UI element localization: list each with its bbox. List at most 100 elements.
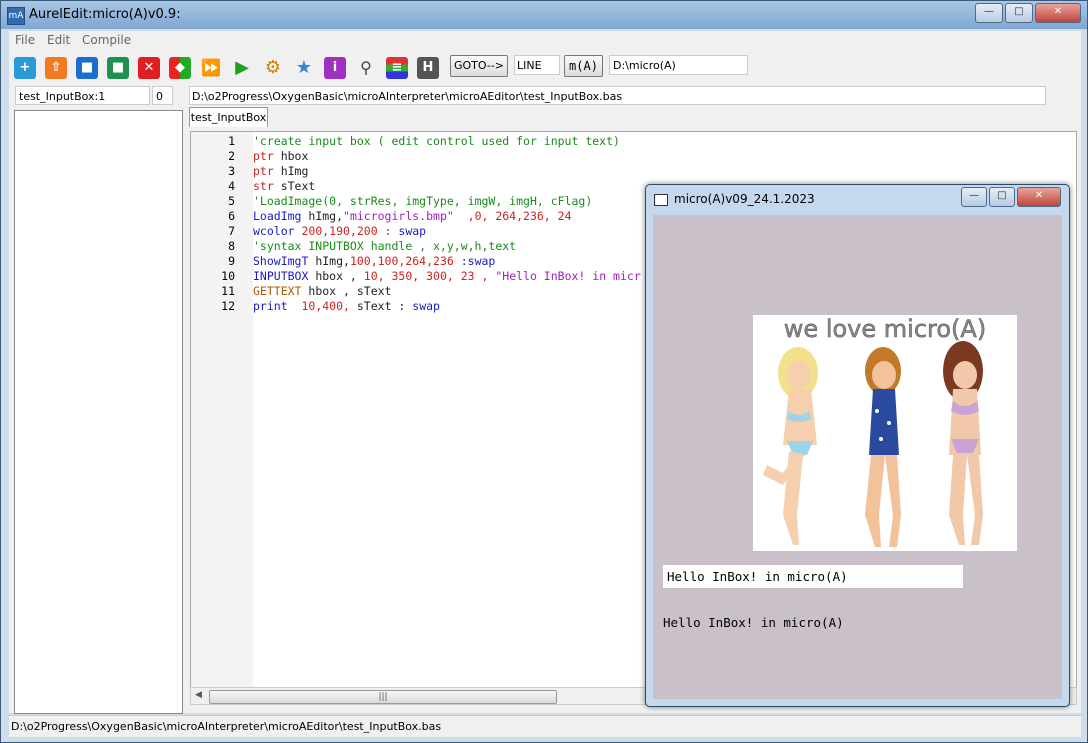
save-as-icon[interactable]: ■: [107, 57, 129, 79]
inputbox-field[interactable]: Hello InBox! in micro(A): [663, 565, 963, 588]
code-line[interactable]: 10 INPUTBOX hbox , 10, 350, 300, 23 , "He…: [191, 269, 641, 284]
code-line[interactable]: 12 print 10,400, sText : swap: [191, 299, 641, 314]
output-maximize-button[interactable]: □: [989, 187, 1015, 207]
code-line[interactable]: 2 ptr hbox: [191, 149, 641, 164]
tab-test-inputbox[interactable]: test_InputBox: [189, 107, 268, 127]
scroll-thumb[interactable]: |||: [209, 690, 557, 704]
output-window: micro(A)v09_24.1.2023 — □ ✕ we love micr…: [645, 184, 1070, 707]
star-icon[interactable]: ★: [293, 57, 315, 79]
code-token: swap: [398, 224, 427, 238]
output-close-button[interactable]: ✕: [1017, 187, 1061, 207]
directory-input[interactable]: D:\micro(A): [609, 55, 748, 75]
window-title: AurelEdit:micro(A)v0.9:: [29, 7, 181, 22]
code-line[interactable]: 7 wcolor 200,190,200 : swap: [191, 224, 641, 239]
code-token: wcolor: [253, 224, 295, 238]
close-button[interactable]: ✕: [1035, 3, 1081, 23]
code-line[interactable]: 9 ShowImgT hImg, 100,100,264,236 :swap: [191, 254, 641, 269]
file-path-field[interactable]: D:\o2Progress\OxygenBasic\microAInterpre…: [189, 86, 1046, 105]
code-token: sText: [273, 179, 316, 193]
output-client-area: we love micro(A) Hello InBox! in micro(A…: [653, 215, 1062, 699]
line-number: 3: [228, 164, 235, 178]
code-token: :swap: [453, 254, 496, 268]
colors-icon[interactable]: ◆: [169, 57, 191, 79]
list-icon[interactable]: ≡: [386, 57, 408, 79]
code-token: INPUTBOX: [253, 269, 309, 283]
code-token: ,0, 264,236, 24: [453, 209, 572, 223]
file-name-field[interactable]: test_InputBox:1: [15, 86, 150, 105]
line-number: 8: [228, 239, 235, 253]
line-number: 9: [228, 254, 235, 268]
minimize-button[interactable]: —: [975, 3, 1003, 23]
window-icon: [654, 194, 668, 206]
title-bar: mA AurelEdit:micro(A)v0.9: — □ ✕: [1, 1, 1087, 29]
microgirls-image: we love micro(A): [753, 315, 1017, 551]
code-line[interactable]: 1 'create input box ( edit control used f…: [191, 134, 641, 149]
girls-illustration: [763, 341, 983, 547]
code-line[interactable]: 8 'syntax INPUTBOX handle , x,y,w,h,text: [191, 239, 641, 254]
code-token: ptr: [253, 164, 274, 178]
code-token: 100,100,264,236: [349, 254, 454, 268]
status-bar: D:\o2Progress\OxygenBasic\microAInterpre…: [9, 715, 1081, 737]
maximize-button[interactable]: □: [1005, 3, 1033, 23]
line-number: 10: [221, 269, 235, 283]
line-number: 7: [228, 224, 235, 238]
open-file-icon[interactable]: ⇧: [45, 57, 67, 79]
code-token: ptr: [253, 149, 274, 163]
code-token: 10,400,: [287, 299, 357, 313]
code-token: hImg,: [301, 209, 344, 223]
line-input[interactable]: LINE: [514, 55, 560, 75]
help-icon[interactable]: H: [417, 57, 439, 79]
menu-compile[interactable]: Compile: [82, 33, 131, 47]
menu-bar: File Edit Compile: [9, 31, 1081, 51]
code-token: ShowImgT: [253, 254, 309, 268]
app-icon: mA: [7, 7, 25, 25]
code-line[interactable]: 11 GETTEXT hbox , sText: [191, 284, 641, 299]
code-line[interactable]: 4 str sText: [191, 179, 641, 194]
code-token: swap: [412, 299, 440, 313]
code-token: hbox , sText: [301, 284, 392, 298]
printed-output-text: Hello InBox! in micro(A): [663, 615, 844, 630]
number-field[interactable]: 0: [152, 86, 173, 105]
file-list-panel[interactable]: [14, 110, 183, 714]
search-icon[interactable]: ⚲: [355, 57, 377, 79]
line-number: 1: [228, 134, 235, 148]
code-line[interactable]: 6 LoadImg hImg, "microgirls.bmp" ,0, 264,2…: [191, 209, 641, 224]
scroll-left-arrow-icon[interactable]: ◀: [195, 690, 202, 700]
code-token: print: [253, 299, 288, 313]
code-token: "Hello InBox! in micr: [495, 269, 641, 283]
menu-edit[interactable]: Edit: [47, 33, 70, 47]
line-number: 5: [228, 194, 235, 208]
micro-a-button[interactable]: m(A): [564, 55, 603, 77]
code-line[interactable]: 3 ptr hImg: [191, 164, 641, 179]
code-token: hImg: [273, 164, 309, 178]
code-token: 10, 350, 300, 23 ,: [363, 269, 496, 283]
code-text[interactable]: 1 'create input box ( edit control used f…: [191, 134, 641, 314]
fast-forward-icon[interactable]: ⏩: [200, 57, 222, 79]
code-token: 'LoadImage(0, strRes, imgType, imgW, img…: [253, 194, 593, 208]
code-token: LoadImg: [253, 209, 302, 223]
info-icon[interactable]: i: [324, 57, 346, 79]
code-token: 200,190,200 :: [294, 224, 399, 238]
code-token: hbox ,: [308, 269, 364, 283]
line-number: 6: [228, 209, 235, 223]
line-number: 12: [221, 299, 235, 313]
code-token: 'syntax INPUTBOX handle , x,y,w,h,text: [253, 239, 517, 253]
code-token: str: [253, 179, 274, 193]
close-file-icon[interactable]: ✕: [138, 57, 160, 79]
output-minimize-button[interactable]: —: [961, 187, 987, 207]
settings-gear-icon[interactable]: ⚙: [262, 57, 284, 79]
path-bar: test_InputBox:1 0 D:\o2Progress\OxygenBa…: [9, 85, 1081, 107]
code-token: "microgirls.bmp": [343, 209, 454, 223]
save-icon[interactable]: ■: [76, 57, 98, 79]
code-token: sText :: [356, 299, 413, 313]
goto-button[interactable]: GOTO-->: [450, 55, 508, 77]
code-line[interactable]: 5 'LoadImage(0, strRes, imgType, imgW, im…: [191, 194, 641, 209]
code-token: hbox: [273, 149, 309, 163]
code-token: GETTEXT: [253, 284, 302, 298]
run-icon[interactable]: ▶: [231, 57, 253, 79]
line-number: 4: [228, 179, 235, 193]
new-file-icon[interactable]: +: [14, 57, 36, 79]
code-token: 'create input box ( edit control used fo…: [253, 134, 620, 148]
menu-file[interactable]: File: [15, 33, 35, 47]
output-window-title: micro(A)v09_24.1.2023: [674, 192, 815, 206]
